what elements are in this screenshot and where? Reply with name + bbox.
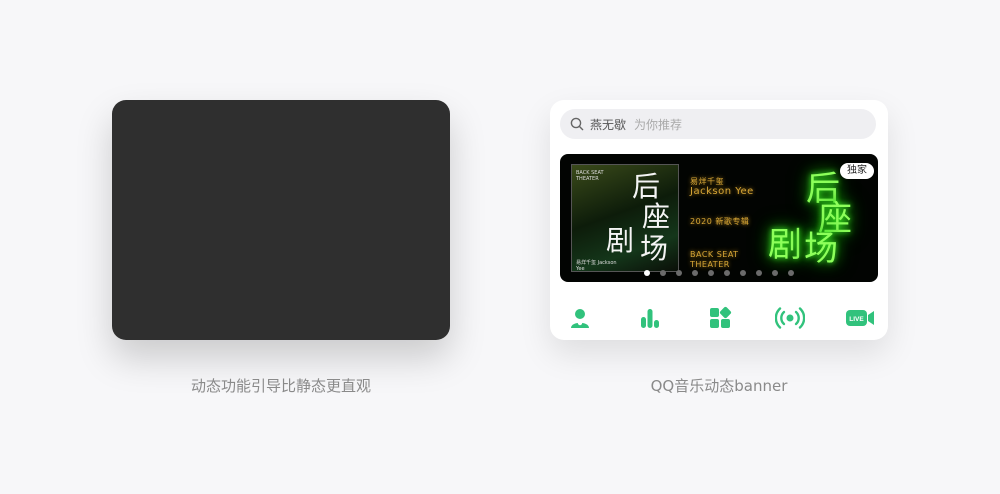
live-icon: LIVE xyxy=(846,310,874,326)
carousel-dot[interactable] xyxy=(740,270,746,276)
nav-chart-button[interactable] xyxy=(634,306,666,330)
dark-placeholder-card xyxy=(112,100,450,340)
nav-category-button[interactable] xyxy=(704,306,736,330)
artist-en: Jackson Yee xyxy=(690,186,754,197)
carousel-dot[interactable] xyxy=(708,270,714,276)
chart-icon xyxy=(641,309,659,328)
search-query: 燕无歇 xyxy=(590,117,627,132)
nav-radio-button[interactable] xyxy=(774,306,806,330)
album-title-4: 场 xyxy=(640,232,669,265)
right-caption: QQ音乐动态banner xyxy=(650,377,788,395)
album-title-1: 后 xyxy=(632,170,661,203)
search-icon xyxy=(570,117,584,131)
carousel-dot[interactable] xyxy=(644,270,650,276)
album-cover: BACK SEAT THEATER 后 座 剧 场 易烊千玺 Jackson Y… xyxy=(571,164,679,272)
left-caption: 动态功能引导比静态更直观 xyxy=(190,377,371,395)
singer-icon xyxy=(571,309,589,328)
carousel-dot[interactable] xyxy=(692,270,698,276)
category-icon xyxy=(710,306,732,328)
album-en-1: BACK SEAT xyxy=(690,250,739,259)
search-bar[interactable]: 燕无歇 为你推荐 xyxy=(560,109,876,139)
album-title-3: 剧 xyxy=(606,224,635,257)
album-title-2: 座 xyxy=(642,200,671,233)
carousel-dots xyxy=(560,270,878,276)
radio-icon xyxy=(775,307,805,329)
carousel-dot[interactable] xyxy=(756,270,762,276)
nav-live-button[interactable]: LIVE xyxy=(844,306,876,330)
carousel-dot[interactable] xyxy=(660,270,666,276)
release-text: 2020 新歌专辑 xyxy=(690,217,750,226)
search-placeholder: 为你推荐 xyxy=(634,117,683,132)
carousel-dot[interactable] xyxy=(788,270,794,276)
carousel-dot[interactable] xyxy=(676,270,682,276)
nav-singer-button[interactable] xyxy=(564,306,596,330)
quick-nav: LIVE xyxy=(564,306,876,330)
album-top-text: BACK SEAT THEATER xyxy=(576,170,604,182)
live-label: LIVE xyxy=(849,316,864,323)
banner[interactable]: BACK SEAT THEATER 后 座 剧 场 易烊千玺 Jackson Y… xyxy=(560,154,878,282)
album-en-2: THEATER xyxy=(690,260,730,269)
exclusive-badge: 独家 xyxy=(840,163,874,179)
neon-char-3: 剧 xyxy=(768,225,802,265)
qq-music-card: 燕无歇 为你推荐 BACK SEAT THEATER 后 座 剧 场 易烊千玺 … xyxy=(550,100,888,340)
carousel-dot[interactable] xyxy=(724,270,730,276)
neon-char-4: 场 xyxy=(804,229,838,269)
carousel-dot[interactable] xyxy=(772,270,778,276)
